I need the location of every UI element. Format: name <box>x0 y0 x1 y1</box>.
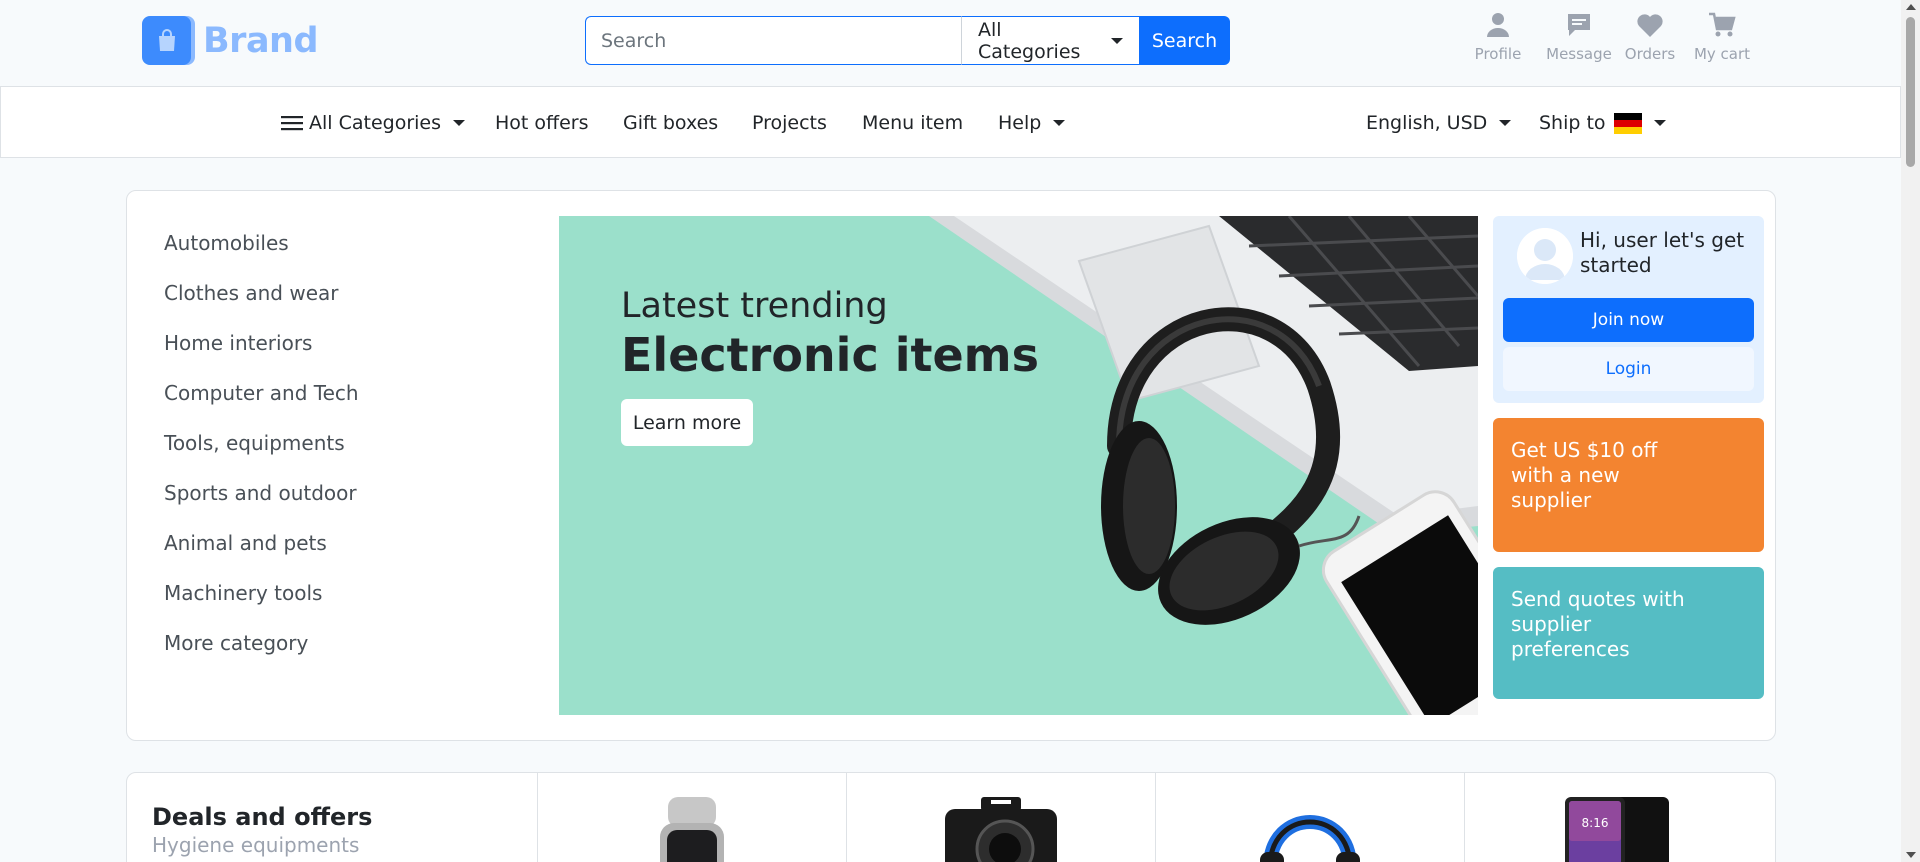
category-tools[interactable]: Tools, equipments <box>164 431 345 455</box>
germany-flag-icon <box>1613 112 1642 134</box>
profile-label: Profile <box>1474 45 1522 63</box>
page-scrollbar[interactable] <box>1901 0 1920 862</box>
nav-hot-offers[interactable]: Hot offers <box>495 112 589 134</box>
scroll-thumb[interactable] <box>1906 17 1915 167</box>
orders-label: Orders <box>1624 45 1676 63</box>
top-header: Brand All Categories Search Profile Mess… <box>0 0 1901 86</box>
deal-item-smartphone[interactable]: 8:16 <box>1464 773 1773 862</box>
chevron-down-icon <box>1053 120 1066 126</box>
ship-to-label: Ship to <box>1539 112 1606 134</box>
deal-item-camera[interactable] <box>846 773 1155 862</box>
smartphone-image: 8:16 <box>1565 797 1669 862</box>
join-now-button[interactable]: Join now <box>1503 298 1754 342</box>
shopping-bag-icon <box>142 16 191 65</box>
nav-help-label: Help <box>998 112 1042 134</box>
search-button[interactable]: Search <box>1139 16 1230 65</box>
cart-icon <box>1709 12 1736 37</box>
deals-title: Deals and offers <box>152 803 373 831</box>
category-animals[interactable]: Animal and pets <box>164 531 327 555</box>
deal-item-smartwatch[interactable] <box>537 773 846 862</box>
smartwatch-image <box>660 797 724 862</box>
promo-banner: Latest trending Electronic items Learn m… <box>559 216 1478 715</box>
nav-menu-item[interactable]: Menu item <box>862 112 963 134</box>
user-welcome-box: Hi, user let's get started Join now Logi… <box>1493 216 1764 403</box>
search-input[interactable] <box>585 16 961 65</box>
banner-title: Electronic items <box>621 328 1039 382</box>
chevron-down-icon <box>1111 37 1123 44</box>
top-actions: Profile Message Orders My cart <box>1470 10 1752 63</box>
headphones-image <box>1260 815 1360 862</box>
learn-more-button[interactable]: Learn more <box>621 399 753 446</box>
login-button[interactable]: Login <box>1503 347 1754 391</box>
send-quotes-promo[interactable]: Send quotes with supplier preferences <box>1493 567 1764 699</box>
search-category-select[interactable]: All Categories <box>961 16 1139 65</box>
scroll-up-icon[interactable] <box>1906 4 1916 10</box>
language-currency-menu[interactable]: English, USD <box>1366 112 1512 134</box>
chevron-down-icon <box>1499 120 1512 126</box>
deals-section: Deals and offers Hygiene equipments 8:16 <box>126 772 1776 862</box>
message-icon <box>1568 14 1590 36</box>
camera-image <box>945 797 1057 862</box>
nav-help[interactable]: Help <box>998 112 1066 134</box>
main-navbar: All Categories Hot offers Gift boxes Pro… <box>0 86 1901 158</box>
category-computer-tech[interactable]: Computer and Tech <box>164 381 359 405</box>
hero-section: Automobiles Clothes and wear Home interi… <box>126 190 1776 741</box>
all-categories-menu[interactable]: All Categories <box>281 112 466 134</box>
category-automobiles[interactable]: Automobiles <box>164 231 289 255</box>
search-category-label: All Categories <box>978 18 1081 63</box>
nav-gift-boxes[interactable]: Gift boxes <box>623 112 718 134</box>
hamburger-icon <box>281 116 303 131</box>
avatar <box>1517 228 1573 284</box>
search-bar: All Categories Search <box>585 16 1230 65</box>
profile-action[interactable]: Profile <box>1470 10 1526 63</box>
brand-name: Brand <box>203 20 319 61</box>
category-sports[interactable]: Sports and outdoor <box>164 481 357 505</box>
language-currency-label: English, USD <box>1366 112 1488 134</box>
heart-icon <box>1637 14 1663 37</box>
ship-to-menu[interactable]: Ship to <box>1539 112 1666 134</box>
category-more[interactable]: More category <box>164 631 308 655</box>
category-machinery[interactable]: Machinery tools <box>164 581 322 605</box>
send-quotes-text: Send quotes with supplier preferences <box>1511 587 1685 661</box>
person-icon <box>1487 13 1509 37</box>
cart-action[interactable]: My cart <box>1692 10 1752 63</box>
user-greeting: Hi, user let's get started <box>1580 228 1745 277</box>
all-categories-label: All Categories <box>309 112 442 134</box>
phone-screen-time: 8:16 <box>1582 816 1609 830</box>
orders-action[interactable]: Orders <box>1622 10 1678 63</box>
category-home-interiors[interactable]: Home interiors <box>164 331 312 355</box>
chevron-down-icon <box>1653 120 1666 126</box>
message-label: Message <box>1546 45 1612 63</box>
chevron-down-icon <box>453 120 466 126</box>
message-action[interactable]: Message <box>1546 10 1612 63</box>
banner-subtitle: Latest trending <box>621 286 888 326</box>
supplier-discount-text: Get US $10 off with a new supplier <box>1511 438 1658 512</box>
deal-item-headset[interactable] <box>1155 773 1464 862</box>
brand-logo[interactable]: Brand <box>142 16 319 65</box>
deals-subtitle: Hygiene equipments <box>152 833 360 857</box>
user-avatar-icon <box>1517 228 1573 284</box>
scroll-down-icon[interactable] <box>1906 852 1916 858</box>
supplier-discount-promo[interactable]: Get US $10 off with a new supplier <box>1493 418 1764 552</box>
nav-projects[interactable]: Projects <box>752 112 827 134</box>
cart-label: My cart <box>1693 45 1751 63</box>
category-clothes[interactable]: Clothes and wear <box>164 281 338 305</box>
